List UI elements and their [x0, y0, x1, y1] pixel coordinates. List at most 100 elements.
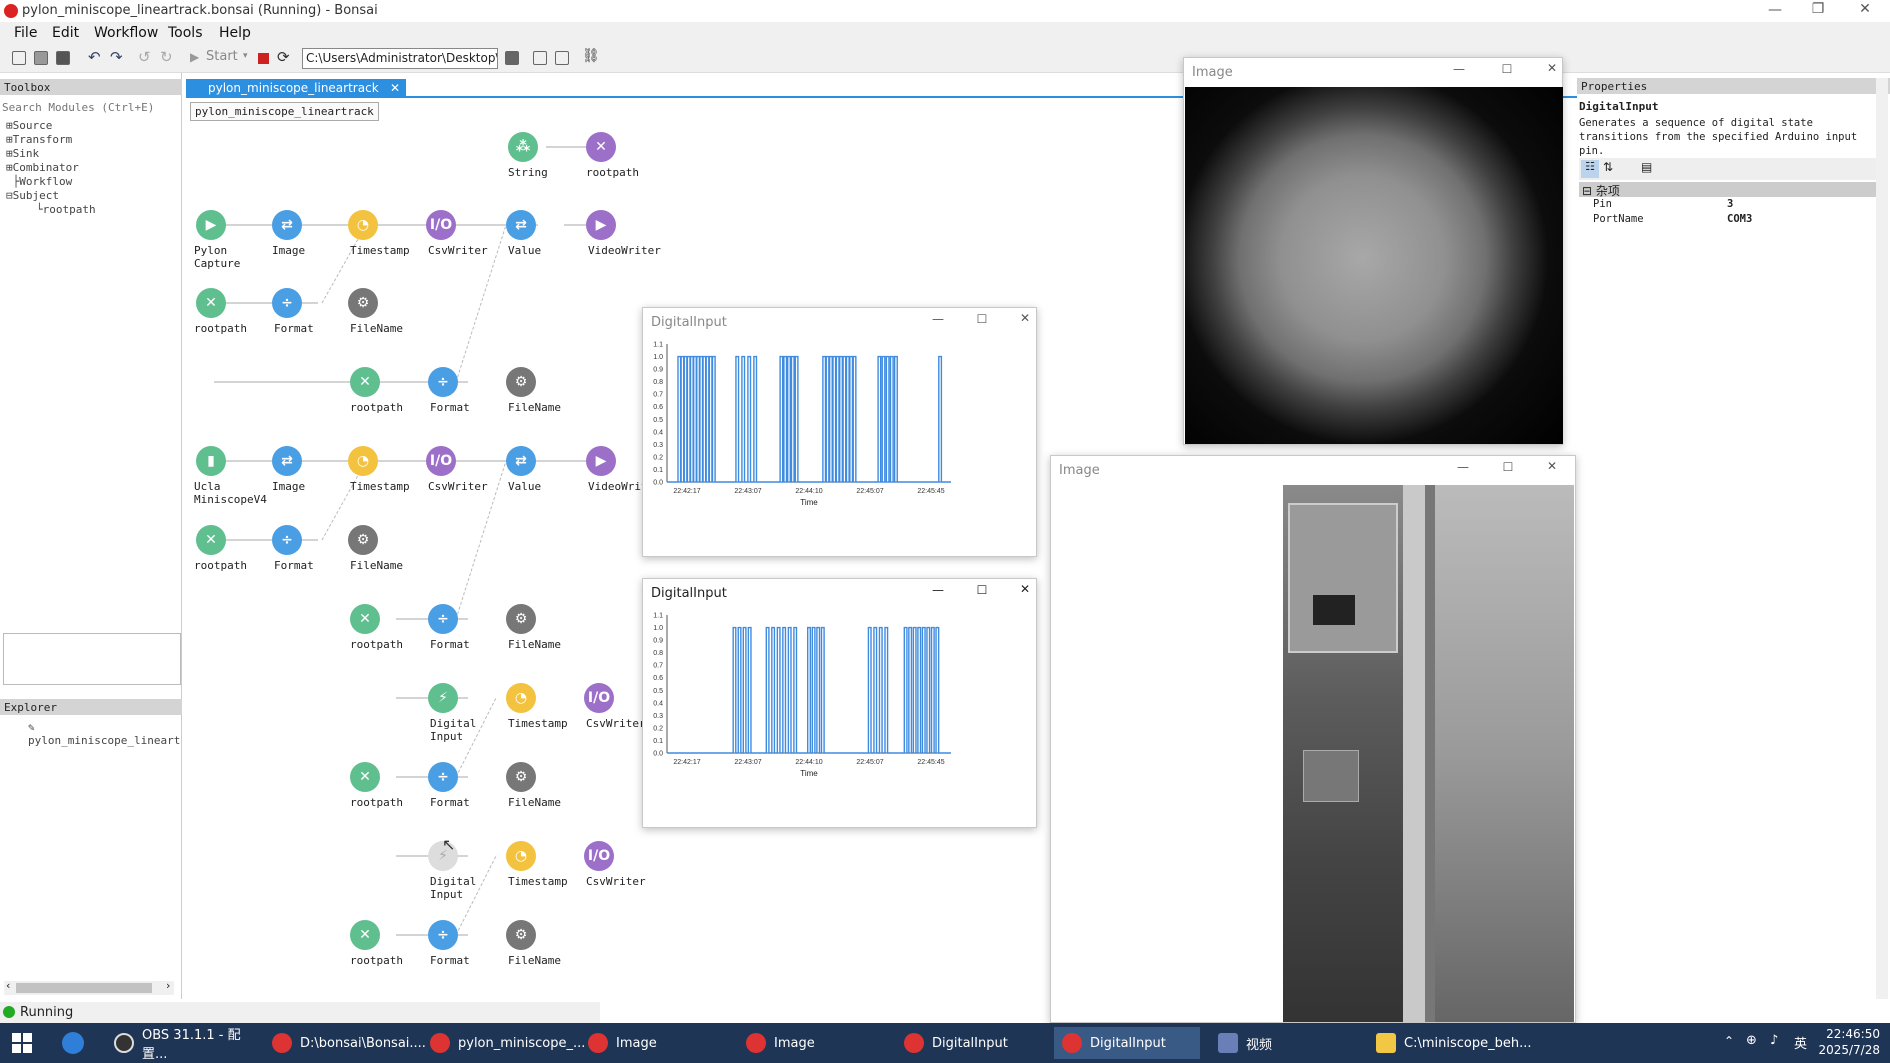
node-icon[interactable]: ▶	[586, 446, 616, 476]
node-icon[interactable]: I/O	[426, 210, 456, 240]
taskbar-item-obs[interactable]: OBS 31.1.1 - 配置...	[106, 1027, 256, 1062]
new-file-icon[interactable]	[12, 51, 26, 65]
maximize-icon[interactable]: ☐	[967, 312, 997, 326]
restart-icon[interactable]: ⟳	[277, 48, 290, 66]
stop-icon[interactable]	[258, 53, 269, 64]
property-value[interactable]: 3	[1727, 198, 1733, 210]
scroll-left-icon[interactable]: ‹	[6, 979, 10, 992]
undo-edit-icon[interactable]: ↺	[138, 48, 151, 66]
tree-item-source[interactable]: ⊞Source	[6, 119, 96, 133]
start-button[interactable]: Start	[206, 49, 238, 64]
taskbar-item-folder[interactable]: C:\miniscope_beh...	[1368, 1027, 1531, 1059]
restore-icon[interactable]: ❐	[1803, 1, 1833, 17]
node-icon[interactable]: ◔	[348, 210, 378, 240]
close-icon[interactable]: ✕	[1010, 311, 1040, 325]
scrollbar-thumb[interactable]	[16, 983, 152, 993]
network-icon[interactable]: ⊕	[1746, 1033, 1757, 1048]
chevron-down-icon[interactable]: ▾	[243, 51, 248, 61]
property-row-portname[interactable]: PortName COM3	[1579, 213, 1885, 227]
menu-tools[interactable]: Tools	[168, 22, 203, 44]
node-icon[interactable]: I/O	[584, 683, 614, 713]
node-icon[interactable]: ✕	[196, 288, 226, 318]
menu-workflow[interactable]: Workflow	[94, 22, 158, 44]
node-icon[interactable]: ÷	[272, 288, 302, 318]
node-icon[interactable]: ÷	[428, 367, 458, 397]
app-icon[interactable]	[62, 1032, 84, 1054]
tree-item-rootpath[interactable]: └rootpath	[6, 203, 96, 217]
node-icon[interactable]: ⇄	[272, 446, 302, 476]
minimize-icon[interactable]: —	[1448, 460, 1478, 474]
node-icon[interactable]: ▶	[196, 210, 226, 240]
node-icon[interactable]: ✕	[586, 132, 616, 162]
node-icon[interactable]: ÷	[428, 604, 458, 634]
alphabetical-icon[interactable]: ⇅	[1603, 160, 1613, 174]
explorer-item[interactable]: ✎ pylon_miniscope_lineart	[28, 721, 181, 747]
node-icon[interactable]: I/O	[584, 841, 614, 871]
copy-layout-icon[interactable]	[555, 51, 569, 65]
taskbar-item-digitalinput[interactable]: DigitalInput	[896, 1027, 1046, 1059]
maximize-icon[interactable]: ☐	[967, 583, 997, 597]
node-icon[interactable]: ÷	[428, 762, 458, 792]
node-icon[interactable]: ⇄	[506, 446, 536, 476]
node-icon[interactable]: ÷	[428, 920, 458, 950]
taskbar-item-image[interactable]: Image	[580, 1027, 730, 1059]
menu-help[interactable]: Help	[219, 22, 251, 44]
property-pages-icon[interactable]: ▤	[1641, 160, 1652, 174]
node-icon[interactable]: ◔	[506, 841, 536, 871]
browse-icon[interactable]	[505, 51, 519, 65]
node-icon[interactable]: ⚙	[506, 762, 536, 792]
node-icon[interactable]: ✕	[350, 762, 380, 792]
property-category[interactable]: ⊟ 杂项	[1579, 182, 1885, 198]
maximize-icon[interactable]: ☐	[1493, 460, 1523, 474]
close-icon[interactable]: ✕	[1850, 1, 1880, 17]
taskbar-item-workflow[interactable]: pylon_miniscope_...	[422, 1027, 585, 1059]
link-icon[interactable]: ⛓	[582, 48, 600, 64]
path-input[interactable]: C:\Users\Administrator\Desktop\p	[302, 48, 498, 69]
node-icon[interactable]: ⚙	[506, 920, 536, 950]
node-icon[interactable]: ⚙	[348, 288, 378, 318]
tree-item-combinator[interactable]: ⊞Combinator	[6, 161, 96, 175]
node-icon[interactable]: ÷	[272, 525, 302, 555]
taskbar-item-image[interactable]: Image	[738, 1027, 888, 1059]
taskbar-item-bonsai[interactable]: D:\bonsai\Bonsai....	[264, 1027, 426, 1059]
open-folder-icon[interactable]	[34, 51, 48, 65]
volume-icon[interactable]: ♪	[1770, 1033, 1778, 1048]
node-icon[interactable]: ⇄	[506, 210, 536, 240]
tray-chevron-icon[interactable]: ⌃	[1724, 1034, 1734, 1048]
taskbar-item-digitalinput-active[interactable]: DigitalInput	[1054, 1027, 1200, 1059]
node-icon[interactable]: ▶	[586, 210, 616, 240]
minimize-icon[interactable]: —	[1444, 62, 1474, 76]
tree-item-workflow[interactable]: ├Workflow	[6, 175, 96, 189]
save-icon[interactable]	[56, 51, 70, 65]
node-icon[interactable]: ⚙	[506, 367, 536, 397]
close-icon[interactable]: ✕	[1537, 61, 1567, 75]
menu-file[interactable]: File	[14, 22, 37, 44]
node-icon[interactable]: ✕	[350, 920, 380, 950]
ime-indicator[interactable]: 英	[1794, 1033, 1807, 1052]
node-icon[interactable]: ✕	[196, 525, 226, 555]
minimize-icon[interactable]: —	[1760, 2, 1790, 18]
tree-item-transform[interactable]: ⊞Transform	[6, 133, 96, 147]
node-icon[interactable]: ⚡	[428, 683, 458, 713]
windows-start-icon[interactable]	[12, 1033, 32, 1053]
minimize-icon[interactable]: —	[923, 583, 953, 597]
node-icon[interactable]: ◔	[506, 683, 536, 713]
taskbar-item-video[interactable]: 视频	[1210, 1027, 1360, 1059]
undo-icon[interactable]: ↶	[88, 48, 101, 66]
node-icon[interactable]: ⇄	[272, 210, 302, 240]
close-icon[interactable]: ✕	[1010, 582, 1040, 596]
toolbox-search-input[interactable]	[2, 99, 180, 115]
tray-clock[interactable]: 22:46:50 2025/7/28	[1818, 1026, 1880, 1058]
node-icon[interactable]: ⁂	[508, 132, 538, 162]
categorized-icon[interactable]: ☷	[1581, 160, 1599, 178]
scroll-right-icon[interactable]: ›	[166, 979, 170, 992]
property-row-pin[interactable]: Pin 3	[1579, 198, 1885, 212]
redo-edit-icon[interactable]: ↻	[160, 48, 173, 66]
menu-edit[interactable]: Edit	[52, 22, 79, 44]
node-icon[interactable]: ✕	[350, 604, 380, 634]
play-icon[interactable]: ▶	[190, 50, 199, 64]
redo-icon[interactable]: ↷	[110, 48, 123, 66]
close-icon[interactable]: ✕	[1537, 459, 1567, 473]
layout-icon[interactable]	[533, 51, 547, 65]
maximize-icon[interactable]: ☐	[1492, 62, 1522, 76]
